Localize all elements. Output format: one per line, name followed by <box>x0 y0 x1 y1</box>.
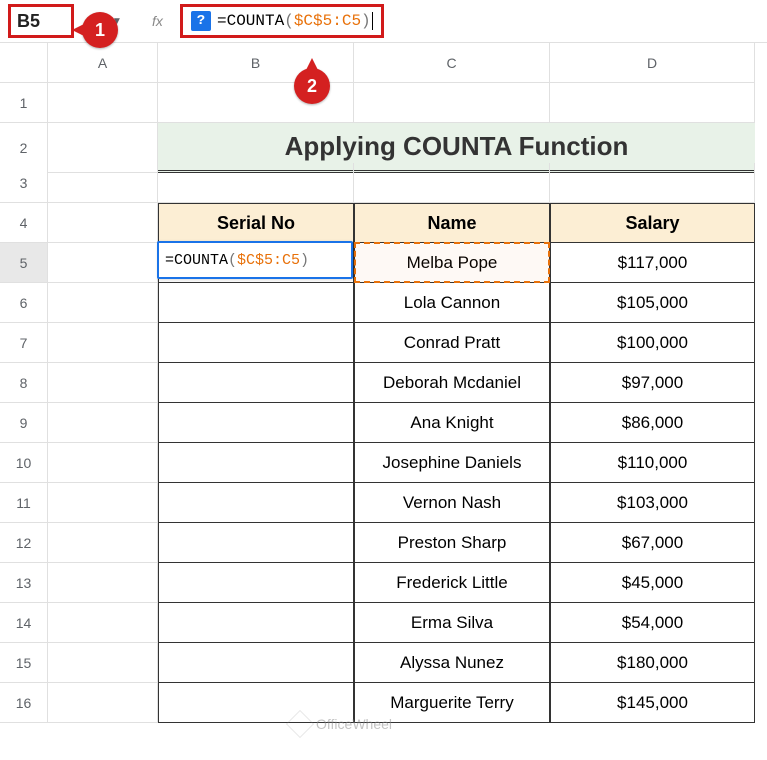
cell-C13[interactable]: Frederick Little <box>354 563 550 603</box>
row-header-11[interactable]: 11 <box>0 483 48 523</box>
cell-D7[interactable]: $100,000 <box>550 323 755 363</box>
row-header-12[interactable]: 12 <box>0 523 48 563</box>
cell-C5[interactable]: Melba Pope <box>354 243 550 283</box>
cell-D5[interactable]: $117,000 <box>550 243 755 283</box>
cell-A11[interactable] <box>48 483 158 523</box>
editor-close-paren: ) <box>300 252 309 269</box>
cell-A1[interactable] <box>48 83 158 123</box>
cell-B3[interactable] <box>158 163 354 203</box>
cell-A3[interactable] <box>48 163 158 203</box>
cell-C14[interactable]: Erma Silva <box>354 603 550 643</box>
cell-D15[interactable]: $180,000 <box>550 643 755 683</box>
col-header-C[interactable]: C <box>354 43 550 83</box>
row-header-4[interactable]: 4 <box>0 203 48 243</box>
cell-D11[interactable]: $103,000 <box>550 483 755 523</box>
watermark: OfficeWheel <box>290 714 392 734</box>
editor-range-text: $C$5:C5 <box>237 252 300 269</box>
name-box[interactable]: B5 <box>8 4 74 38</box>
row-header-9[interactable]: 9 <box>0 403 48 443</box>
cell-C9[interactable]: Ana Knight <box>354 403 550 443</box>
cell-C5-text: Melba Pope <box>407 253 498 273</box>
cell-C11[interactable]: Vernon Nash <box>354 483 550 523</box>
cell-D10[interactable]: $110,000 <box>550 443 755 483</box>
cell-D9[interactable]: $86,000 <box>550 403 755 443</box>
cell-A8[interactable] <box>48 363 158 403</box>
formula-input[interactable]: ? =COUNTA ( $C$5:C5 ) <box>180 4 384 38</box>
cell-C7[interactable]: Conrad Pratt <box>354 323 550 363</box>
row-header-8[interactable]: 8 <box>0 363 48 403</box>
cell-A15[interactable] <box>48 643 158 683</box>
cell-C12[interactable]: Preston Sharp <box>354 523 550 563</box>
cell-C1[interactable] <box>354 83 550 123</box>
cell-D13[interactable]: $45,000 <box>550 563 755 603</box>
header-name[interactable]: Name <box>354 203 550 243</box>
fx-icon[interactable]: fx <box>152 13 172 29</box>
watermark-text: OfficeWheel <box>316 716 392 732</box>
formula-open-paren: ( <box>284 12 294 30</box>
row-header-14[interactable]: 14 <box>0 603 48 643</box>
cell-A9[interactable] <box>48 403 158 443</box>
cell-D3[interactable] <box>550 163 755 203</box>
cell-A6[interactable] <box>48 283 158 323</box>
select-all-corner[interactable] <box>0 43 48 83</box>
cell-D1[interactable] <box>550 83 755 123</box>
row-header-15[interactable]: 15 <box>0 643 48 683</box>
formula-help-icon[interactable]: ? <box>191 11 211 31</box>
watermark-logo-icon <box>286 710 314 738</box>
cell-B14[interactable] <box>158 603 354 643</box>
cell-C6[interactable]: Lola Cannon <box>354 283 550 323</box>
row-header-5[interactable]: 5 <box>0 243 48 283</box>
cell-C3[interactable] <box>354 163 550 203</box>
formula-function-text: =COUNTA <box>217 12 284 30</box>
formula-range-text: $C$5:C5 <box>294 12 361 30</box>
cell-A14[interactable] <box>48 603 158 643</box>
annotation-badge-2: 2 <box>294 68 330 104</box>
row-header-1[interactable]: 1 <box>0 83 48 123</box>
cell-C15[interactable]: Alyssa Nunez <box>354 643 550 683</box>
header-salary[interactable]: Salary <box>550 203 755 243</box>
cell-B8[interactable] <box>158 363 354 403</box>
cell-B10[interactable] <box>158 443 354 483</box>
cell-B12[interactable] <box>158 523 354 563</box>
text-cursor-icon <box>372 12 373 30</box>
formula-close-paren: ) <box>361 12 371 30</box>
cell-D14[interactable]: $54,000 <box>550 603 755 643</box>
editor-function-text: =COUNTA <box>165 252 228 269</box>
cell-A16[interactable] <box>48 683 158 723</box>
row-header-10[interactable]: 10 <box>0 443 48 483</box>
cell-C8[interactable]: Deborah Mcdaniel <box>354 363 550 403</box>
col-header-A[interactable]: A <box>48 43 158 83</box>
row-header-3[interactable]: 3 <box>0 163 48 203</box>
cell-D12[interactable]: $67,000 <box>550 523 755 563</box>
cell-D16[interactable]: $145,000 <box>550 683 755 723</box>
cell-B6[interactable] <box>158 283 354 323</box>
spreadsheet-grid: A B C D 1 2 Applying COUNTA Function 3 4… <box>0 42 767 723</box>
row-header-6[interactable]: 6 <box>0 283 48 323</box>
cell-A12[interactable] <box>48 523 158 563</box>
cell-B11[interactable] <box>158 483 354 523</box>
editor-open-paren: ( <box>228 252 237 269</box>
row-header-16[interactable]: 16 <box>0 683 48 723</box>
cell-B5[interactable]: =COUNTA ( $C$5:C5 ) <box>158 243 354 283</box>
cell-B13[interactable] <box>158 563 354 603</box>
cell-D8[interactable]: $97,000 <box>550 363 755 403</box>
cell-A10[interactable] <box>48 443 158 483</box>
cell-B9[interactable] <box>158 403 354 443</box>
cell-B15[interactable] <box>158 643 354 683</box>
header-serial[interactable]: Serial No <box>158 203 354 243</box>
cell-A7[interactable] <box>48 323 158 363</box>
row-header-7[interactable]: 7 <box>0 323 48 363</box>
annotation-badge-1: 1 <box>82 12 118 48</box>
cell-D6[interactable]: $105,000 <box>550 283 755 323</box>
cell-editor[interactable]: =COUNTA ( $C$5:C5 ) <box>157 241 353 279</box>
cell-A4[interactable] <box>48 203 158 243</box>
cell-B7[interactable] <box>158 323 354 363</box>
cell-A5[interactable] <box>48 243 158 283</box>
col-header-D[interactable]: D <box>550 43 755 83</box>
row-header-13[interactable]: 13 <box>0 563 48 603</box>
cell-A13[interactable] <box>48 563 158 603</box>
cell-C10[interactable]: Josephine Daniels <box>354 443 550 483</box>
